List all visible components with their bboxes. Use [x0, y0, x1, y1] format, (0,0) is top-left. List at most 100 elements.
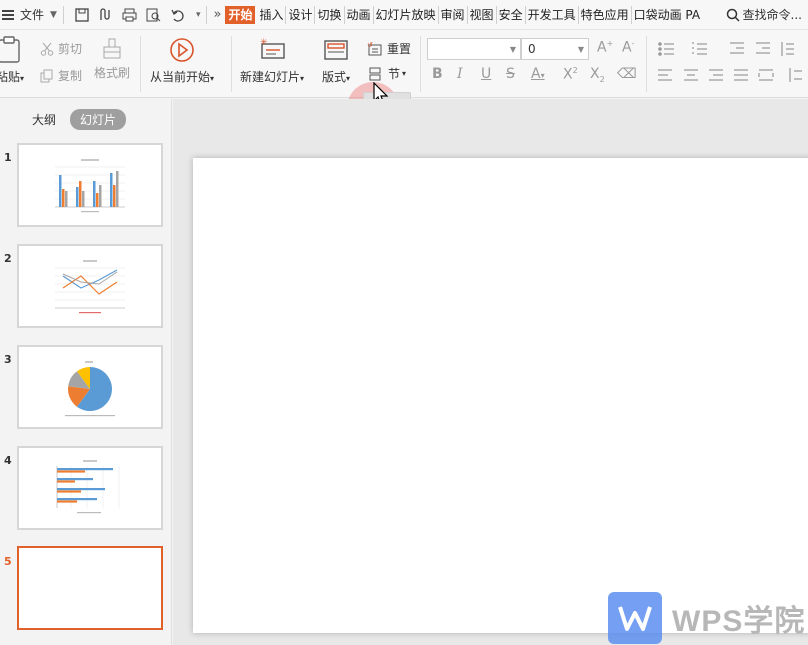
play-icon — [170, 38, 194, 62]
tab-outline[interactable]: 大纲 — [22, 109, 66, 130]
watermark-text: WPS学院 — [672, 605, 806, 638]
clear-format-icon[interactable]: ⌫ — [617, 66, 637, 82]
chevron-down-icon: ▼ — [509, 44, 516, 54]
tab-review[interactable]: 审阅 — [439, 5, 468, 24]
font-color-icon[interactable]: A▾ — [531, 66, 545, 82]
layout-button[interactable]: 版式▾ — [322, 36, 350, 85]
layout-icon — [324, 40, 348, 60]
more-icon[interactable]: » — [213, 7, 221, 22]
superscript-icon[interactable]: X2 — [563, 66, 578, 83]
play-from-current-button[interactable]: 从当前开始▾ — [150, 36, 214, 85]
copy-label: 复制 — [58, 69, 83, 83]
chevron-down-icon: ▼ — [50, 9, 57, 20]
new-slide-icon: ✳ — [260, 38, 285, 59]
new-slide-label: 新建幻灯片▾ — [240, 70, 305, 84]
slides-panel: 大纲 幻灯片 1 2 3 4 5 — [0, 99, 172, 645]
tab-insert[interactable]: 插入 — [257, 5, 287, 24]
section-button[interactable]: 节 ▾ — [368, 65, 406, 82]
file-menu[interactable]: 文件 ▼ — [0, 0, 57, 30]
print-icon[interactable] — [119, 4, 141, 26]
section-icon — [369, 67, 381, 80]
font-size-value: 0 — [528, 42, 536, 56]
copy-icon — [40, 69, 53, 82]
print-preview-icon[interactable] — [143, 4, 165, 26]
layout-label: 版式▾ — [322, 70, 351, 84]
subscript-icon[interactable]: X2 — [590, 66, 605, 84]
slide-number: 2 — [4, 252, 12, 265]
panel-tabs: 大纲 幻灯片 — [22, 109, 127, 130]
tab-slides[interactable]: 幻灯片 — [70, 109, 127, 130]
paste-label: 粘贴▾ — [0, 70, 25, 84]
divider — [62, 5, 64, 24]
bold-icon[interactable]: B — [432, 66, 443, 82]
tab-animations[interactable]: 动画 — [345, 5, 374, 24]
slide-number: 5 — [4, 555, 12, 568]
slide-editor — [173, 99, 808, 645]
format-painter-icon — [103, 38, 121, 59]
divider — [206, 5, 208, 24]
tab-design[interactable]: 设计 — [286, 5, 316, 24]
reset-button[interactable]: ↺ 重置 — [367, 40, 411, 57]
line-chart-thumbnail — [55, 260, 125, 314]
tab-view[interactable]: 视图 — [468, 5, 497, 24]
slide-thumbnail-1[interactable] — [17, 143, 163, 227]
save-icon[interactable] — [71, 4, 93, 26]
wps-logo-icon — [608, 592, 662, 644]
tab-transitions[interactable]: 切换 — [315, 5, 345, 24]
undo-icon[interactable] — [167, 4, 189, 26]
format-painter-button[interactable]: 格式刷 — [94, 38, 130, 81]
paste-icon — [0, 36, 20, 63]
slide-thumbnail-3[interactable] — [17, 345, 163, 429]
slide-thumbnail-2[interactable] — [17, 244, 163, 328]
tab-security[interactable]: 安全 — [497, 5, 526, 24]
command-search[interactable]: 查找命令... — [726, 6, 802, 23]
new-slide-button[interactable]: ✳ 新建幻灯片▾ — [240, 36, 304, 85]
current-slide[interactable] — [193, 158, 808, 633]
undo-dropdown-icon[interactable]: ▾ — [196, 10, 201, 20]
slide-thumbnail-4[interactable] — [17, 446, 163, 530]
divider — [231, 36, 232, 92]
divider — [420, 36, 421, 92]
cut-label: 剪切 — [58, 42, 83, 56]
paragraph-tools[interactable] — [656, 40, 806, 90]
scissors-icon — [40, 42, 54, 56]
divider — [140, 36, 141, 92]
tab-features[interactable]: 特色应用 — [579, 5, 632, 24]
pie-chart-thumbnail — [65, 361, 115, 417]
italic-icon[interactable]: I — [457, 66, 463, 82]
tab-slideshow[interactable]: 幻灯片放映 — [374, 5, 439, 24]
font-size-input[interactable]: 0 ▼ — [521, 38, 589, 60]
slide-thumbnail-5[interactable] — [17, 546, 163, 630]
increase-font-icon[interactable]: A+ — [597, 39, 613, 56]
tab-developer[interactable]: 开发工具 — [526, 5, 579, 24]
wps-academy-watermark: WPS学院 — [608, 592, 805, 644]
ribbon-tabs: 开始 插入 设计 切换 动画 幻灯片放映 审阅 视图 安全 开发工具 特色应用 … — [225, 0, 702, 30]
play-from-current-label: 从当前开始▾ — [150, 70, 215, 84]
strikethrough-icon[interactable]: S — [506, 66, 515, 82]
tab-pocket-animation[interactable]: 口袋动画 PA — [632, 6, 703, 24]
divider — [646, 36, 647, 92]
bar-chart-thumbnail — [55, 159, 125, 213]
svg-text:✳: ✳ — [260, 38, 268, 48]
hbar-chart-thumbnail — [56, 460, 120, 514]
slide-number: 4 — [4, 454, 12, 467]
cut-button[interactable]: 剪切 — [40, 40, 82, 57]
tab-home[interactable]: 开始 — [225, 5, 256, 24]
slide-number: 1 — [4, 151, 12, 164]
underline-icon[interactable]: U — [481, 66, 491, 82]
section-label: 节 — [388, 67, 401, 81]
hamburger-icon — [2, 9, 14, 20]
format-painter-label: 格式刷 — [94, 66, 131, 80]
reset-label: 重置 — [387, 42, 412, 56]
copy-button[interactable]: 复制 — [40, 67, 82, 84]
file-menu-label: 文件 — [20, 8, 45, 22]
svg-text:↺: ↺ — [367, 42, 373, 49]
ribbon-home: 粘贴▾ 剪切 复制 格式刷 从当前开始▾ ✳ 新建幻灯片▾ 版式▾ ↺ 重置 ▼… — [0, 30, 808, 134]
search-icon — [726, 8, 740, 22]
paste-button[interactable]: 粘贴▾ — [0, 36, 24, 85]
chevron-down-icon: ▼ — [577, 44, 584, 54]
font-name-input[interactable]: ▼ — [427, 38, 521, 60]
search-label: 查找命令... — [742, 8, 802, 22]
decrease-font-icon[interactable]: A- — [622, 39, 634, 56]
export-pdf-icon[interactable] — [95, 4, 117, 26]
